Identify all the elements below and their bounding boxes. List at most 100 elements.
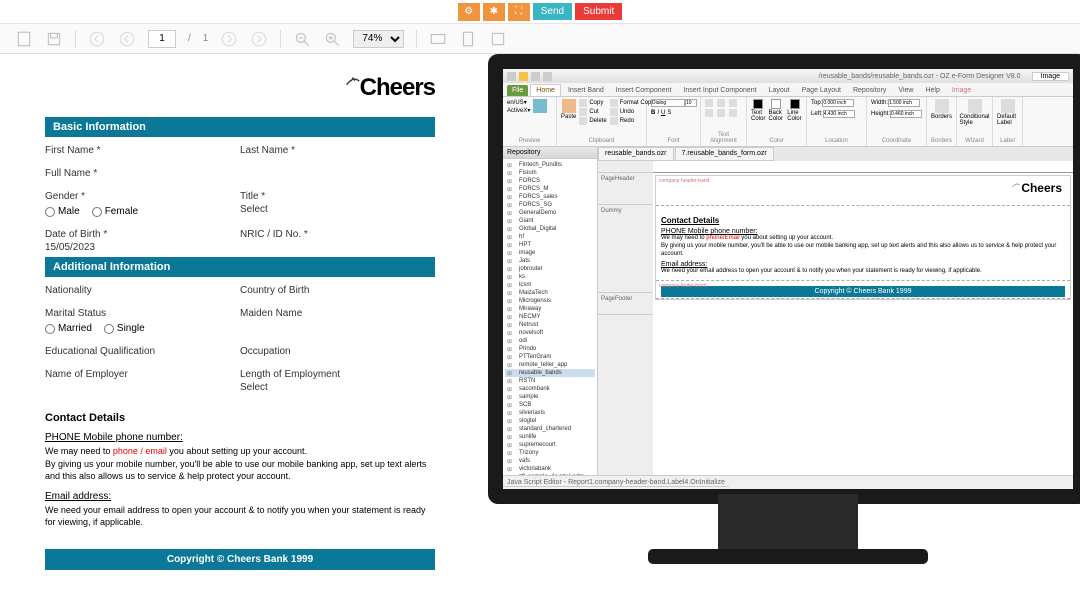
tree-item[interactable]: Netrust (505, 321, 595, 329)
tab-insert-input[interactable]: Insert Input Component (678, 85, 761, 96)
tree-item[interactable]: Miraway (505, 305, 595, 313)
zoom-select[interactable]: 74% (353, 30, 404, 48)
tree-item[interactable]: silveriaxis (505, 409, 595, 417)
font-name-input[interactable] (651, 99, 685, 107)
align-right-icon[interactable] (729, 99, 737, 107)
tab-insert-band[interactable]: Insert Band (563, 85, 609, 96)
tree-item[interactable]: Global_Digital (505, 225, 595, 233)
tab-layout[interactable]: Layout (764, 85, 795, 96)
gear-icon[interactable]: ✱ (483, 3, 505, 21)
tree-item[interactable]: lcsm (505, 281, 595, 289)
pagefooter-band-label[interactable]: PageFooter (598, 293, 653, 315)
dob-value[interactable]: 15/05/2023 (45, 242, 240, 253)
fit-width-icon[interactable] (429, 30, 447, 48)
width-input[interactable] (888, 99, 920, 107)
tree-item[interactable]: FORCS_M (505, 185, 595, 193)
submit-button[interactable]: Submit (575, 3, 622, 20)
tab-repository[interactable]: Repository (848, 85, 891, 96)
tree-item[interactable]: zfl_sample_dc.ozr | adm (505, 473, 595, 475)
save-icon[interactable] (45, 30, 63, 48)
top-input[interactable] (822, 99, 854, 107)
tree-item[interactable]: HPT (505, 241, 595, 249)
paste-icon[interactable] (562, 99, 576, 113)
last-page-icon[interactable] (250, 30, 268, 48)
line-color-button[interactable]: Line Color (787, 99, 802, 122)
tab-page-layout[interactable]: Page Layout (797, 85, 846, 96)
send-button[interactable]: Send (533, 3, 572, 20)
tree-item[interactable]: NECMY (505, 313, 595, 321)
font-size-input[interactable] (685, 99, 697, 107)
tree-item[interactable]: SCB (505, 401, 595, 409)
borders-button[interactable]: Borders (931, 99, 952, 120)
tree-item[interactable]: sacombank (505, 385, 595, 393)
document-icon[interactable] (15, 30, 33, 48)
tree-item[interactable]: Microgensis (505, 297, 595, 305)
tree-item[interactable]: reusable_bands (505, 369, 595, 377)
tool-icon[interactable] (489, 30, 507, 48)
tab-view[interactable]: View (893, 85, 918, 96)
repository-tree[interactable]: Fintech_PunditsFisiumFORCSFORCS_MFORCS_s… (503, 159, 597, 475)
tree-item[interactable]: victoriabank (505, 465, 595, 473)
align-center-icon[interactable] (717, 99, 725, 107)
align-bottom-icon[interactable] (729, 109, 737, 117)
tab-home[interactable]: Home (530, 84, 561, 96)
tree-item[interactable]: sample (505, 393, 595, 401)
fit-page-icon[interactable] (459, 30, 477, 48)
tree-item[interactable]: ks (505, 273, 595, 281)
canvas-tab-1[interactable]: reusable_bands.ozr (598, 147, 674, 161)
tree-item[interactable]: standard_chartered (505, 425, 595, 433)
default-label-button[interactable]: Default Label (997, 99, 1018, 126)
tree-item[interactable]: PTTenGram (505, 353, 595, 361)
tree-item[interactable]: sunlife (505, 433, 595, 441)
loe-select[interactable]: Select (240, 382, 435, 393)
tree-item[interactable]: novelsoft (505, 329, 595, 337)
expand-icon[interactable]: ⛶ (508, 3, 530, 21)
next-page-icon[interactable] (220, 30, 238, 48)
tree-item[interactable]: odi (505, 337, 595, 345)
qat-undo-icon[interactable] (531, 72, 540, 81)
left-input[interactable] (823, 110, 855, 118)
gender-male-radio[interactable]: Male (45, 206, 80, 217)
tab-image[interactable]: Image (947, 85, 976, 96)
height-input[interactable] (890, 110, 922, 118)
tree-item[interactable]: FORCS (505, 177, 595, 185)
qat-redo-icon[interactable] (543, 72, 552, 81)
tree-item[interactable]: jobrouter (505, 265, 595, 273)
tree-item[interactable]: image (505, 249, 595, 257)
tree-item[interactable]: GeneralDemo (505, 209, 595, 217)
tab-insert-component[interactable]: Insert Component (611, 85, 677, 96)
canvas-tab-2[interactable]: 7.reusable_bands_form.ozr (675, 147, 774, 161)
preview-icon[interactable] (533, 99, 547, 113)
settings-icon[interactable]: ⚙ (458, 3, 480, 21)
first-page-icon[interactable] (88, 30, 106, 48)
tree-item[interactable]: FORCS_sales (505, 193, 595, 201)
tree-item[interactable]: FORCS_SG (505, 201, 595, 209)
zoom-out-icon[interactable] (293, 30, 311, 48)
tab-help[interactable]: Help (920, 85, 944, 96)
tree-item[interactable]: supremecourt (505, 441, 595, 449)
prev-page-icon[interactable] (118, 30, 136, 48)
tree-item[interactable]: Trizony (505, 449, 595, 457)
dummy-band-label[interactable]: Dummy (598, 205, 653, 293)
title-select[interactable]: Select (240, 204, 435, 215)
tree-item[interactable]: remote_teller_app (505, 361, 595, 369)
page-number-input[interactable] (148, 30, 176, 48)
tree-item[interactable]: Prindo (505, 345, 595, 353)
pageheader-band-label[interactable]: PageHeader (598, 173, 653, 205)
align-top-icon[interactable] (705, 109, 713, 117)
tree-item[interactable]: hf (505, 233, 595, 241)
conditional-style-button[interactable]: Conditional Style (961, 99, 988, 126)
zoom-in-icon[interactable] (323, 30, 341, 48)
tree-item[interactable]: vafs (505, 457, 595, 465)
page-canvas[interactable]: company-header-band Cheers Contact Detai… (653, 161, 1073, 475)
tab-file[interactable]: File (507, 85, 528, 96)
tree-item[interactable]: Fisium (505, 169, 595, 177)
tree-item[interactable]: slogtel (505, 417, 595, 425)
tree-item[interactable]: Jats (505, 257, 595, 265)
gender-female-radio[interactable]: Female (92, 206, 138, 217)
tree-item[interactable]: MaizaTech (505, 289, 595, 297)
tree-item[interactable]: Giant (505, 217, 595, 225)
marital-single-radio[interactable]: Single (104, 323, 145, 334)
back-color-button[interactable]: Back Color (769, 99, 785, 122)
marital-married-radio[interactable]: Married (45, 323, 92, 334)
